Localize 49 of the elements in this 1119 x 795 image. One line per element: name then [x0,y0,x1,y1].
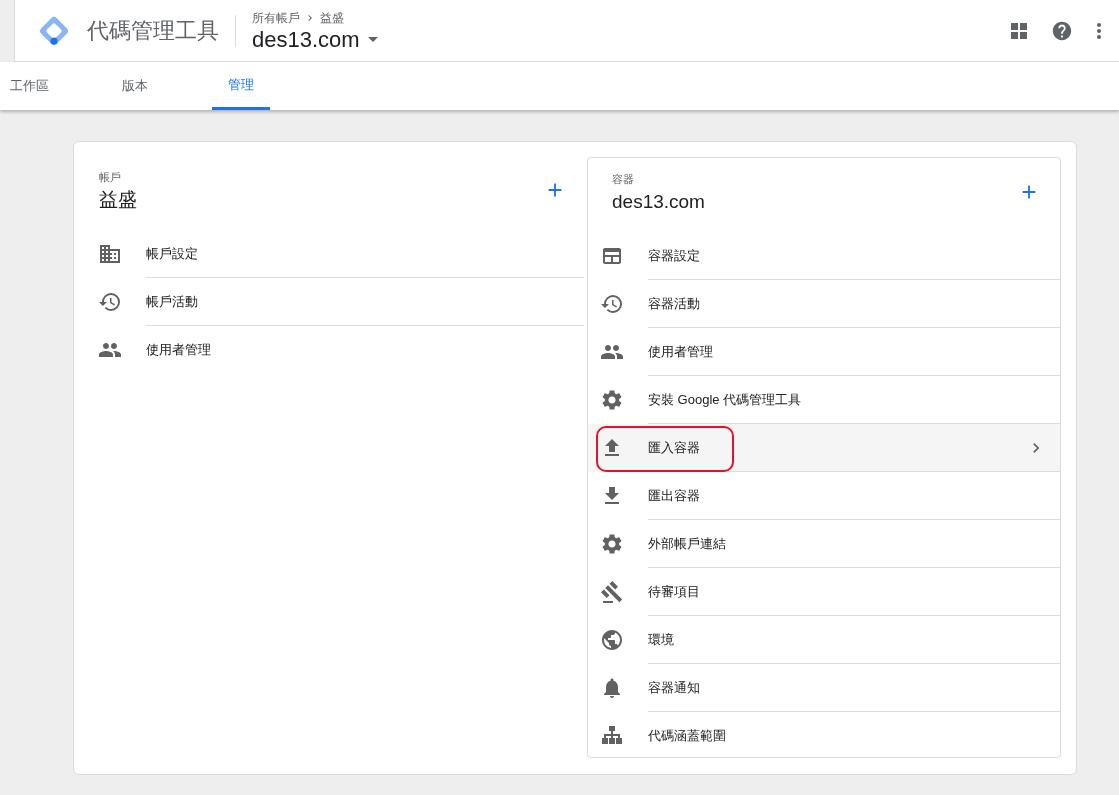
menu-item-label: 容器通知 [648,678,700,697]
menu-item[interactable]: 使用者管理 [588,328,1060,376]
menu-item-label: 使用者管理 [648,342,713,361]
more-menu-icon[interactable] [1097,22,1101,39]
menu-item[interactable]: 環境 [588,616,1060,664]
menu-item-label: 安裝 Google 代碼管理工具 [648,390,802,409]
settings-icon [600,388,624,412]
menu-item-label: 代碼涵蓋範圍 [648,727,726,746]
gavel-icon [600,580,624,604]
help-icon[interactable] [1051,19,1073,42]
menu-item[interactable]: 代碼涵蓋範圍 [588,712,1060,760]
breadcrumb-link[interactable]: 所有帳戶 [252,8,300,27]
menu-item-label: 匯入容器 [648,438,700,457]
apps-grid-icon[interactable] [1011,22,1027,39]
menu-item-label: 容器活動 [648,294,700,313]
container-selector[interactable]: des13.com [252,26,378,53]
menu-item-label: 待審項目 [648,582,700,601]
panel-label: 容器 [612,172,635,187]
tab[interactable]: 管理 [212,62,270,110]
caret-down-icon [367,37,378,42]
tab[interactable]: 版本 [106,62,164,110]
menu-item[interactable]: 帳戶設定 [86,230,584,278]
menu-item-label: 匯出容器 [648,486,700,505]
menu-item-label: 帳戶活動 [146,292,198,311]
menu-item[interactable]: 使用者管理 [86,326,584,374]
menu-item[interactable]: 待審項目 [588,568,1060,616]
building-icon [98,242,122,266]
product-name: 代碼管理工具 [87,14,236,47]
settings-icon [600,532,624,556]
menu-item[interactable]: 容器設定 [588,232,1060,280]
menu-item[interactable]: 匯入容器 [588,424,1060,472]
menu-item[interactable]: 容器通知 [588,664,1060,712]
history-icon [98,290,122,314]
menu-item[interactable]: 匯出容器 [588,472,1060,520]
globe-icon [600,628,624,652]
history-icon [600,292,624,316]
menu-item-label: 外部帳戶連結 [648,534,726,553]
menu-item-label: 容器設定 [648,246,700,265]
menu-item[interactable]: 容器活動 [588,280,1060,328]
menu-item[interactable]: 外部帳戶連結 [588,520,1060,568]
panel-title: 益盛 [99,187,137,212]
menu-item-label: 帳戶設定 [146,244,198,263]
menu-item[interactable]: 帳戶活動 [86,278,584,326]
tab[interactable]: 工作區 [0,62,58,110]
panel-label: 帳戶 [99,170,122,185]
menu-item-label: 環境 [648,630,674,649]
breadcrumb-link[interactable]: 益盛 [320,8,344,27]
panel-title: des13.com [612,189,705,214]
menu-item-label: 使用者管理 [146,341,211,360]
